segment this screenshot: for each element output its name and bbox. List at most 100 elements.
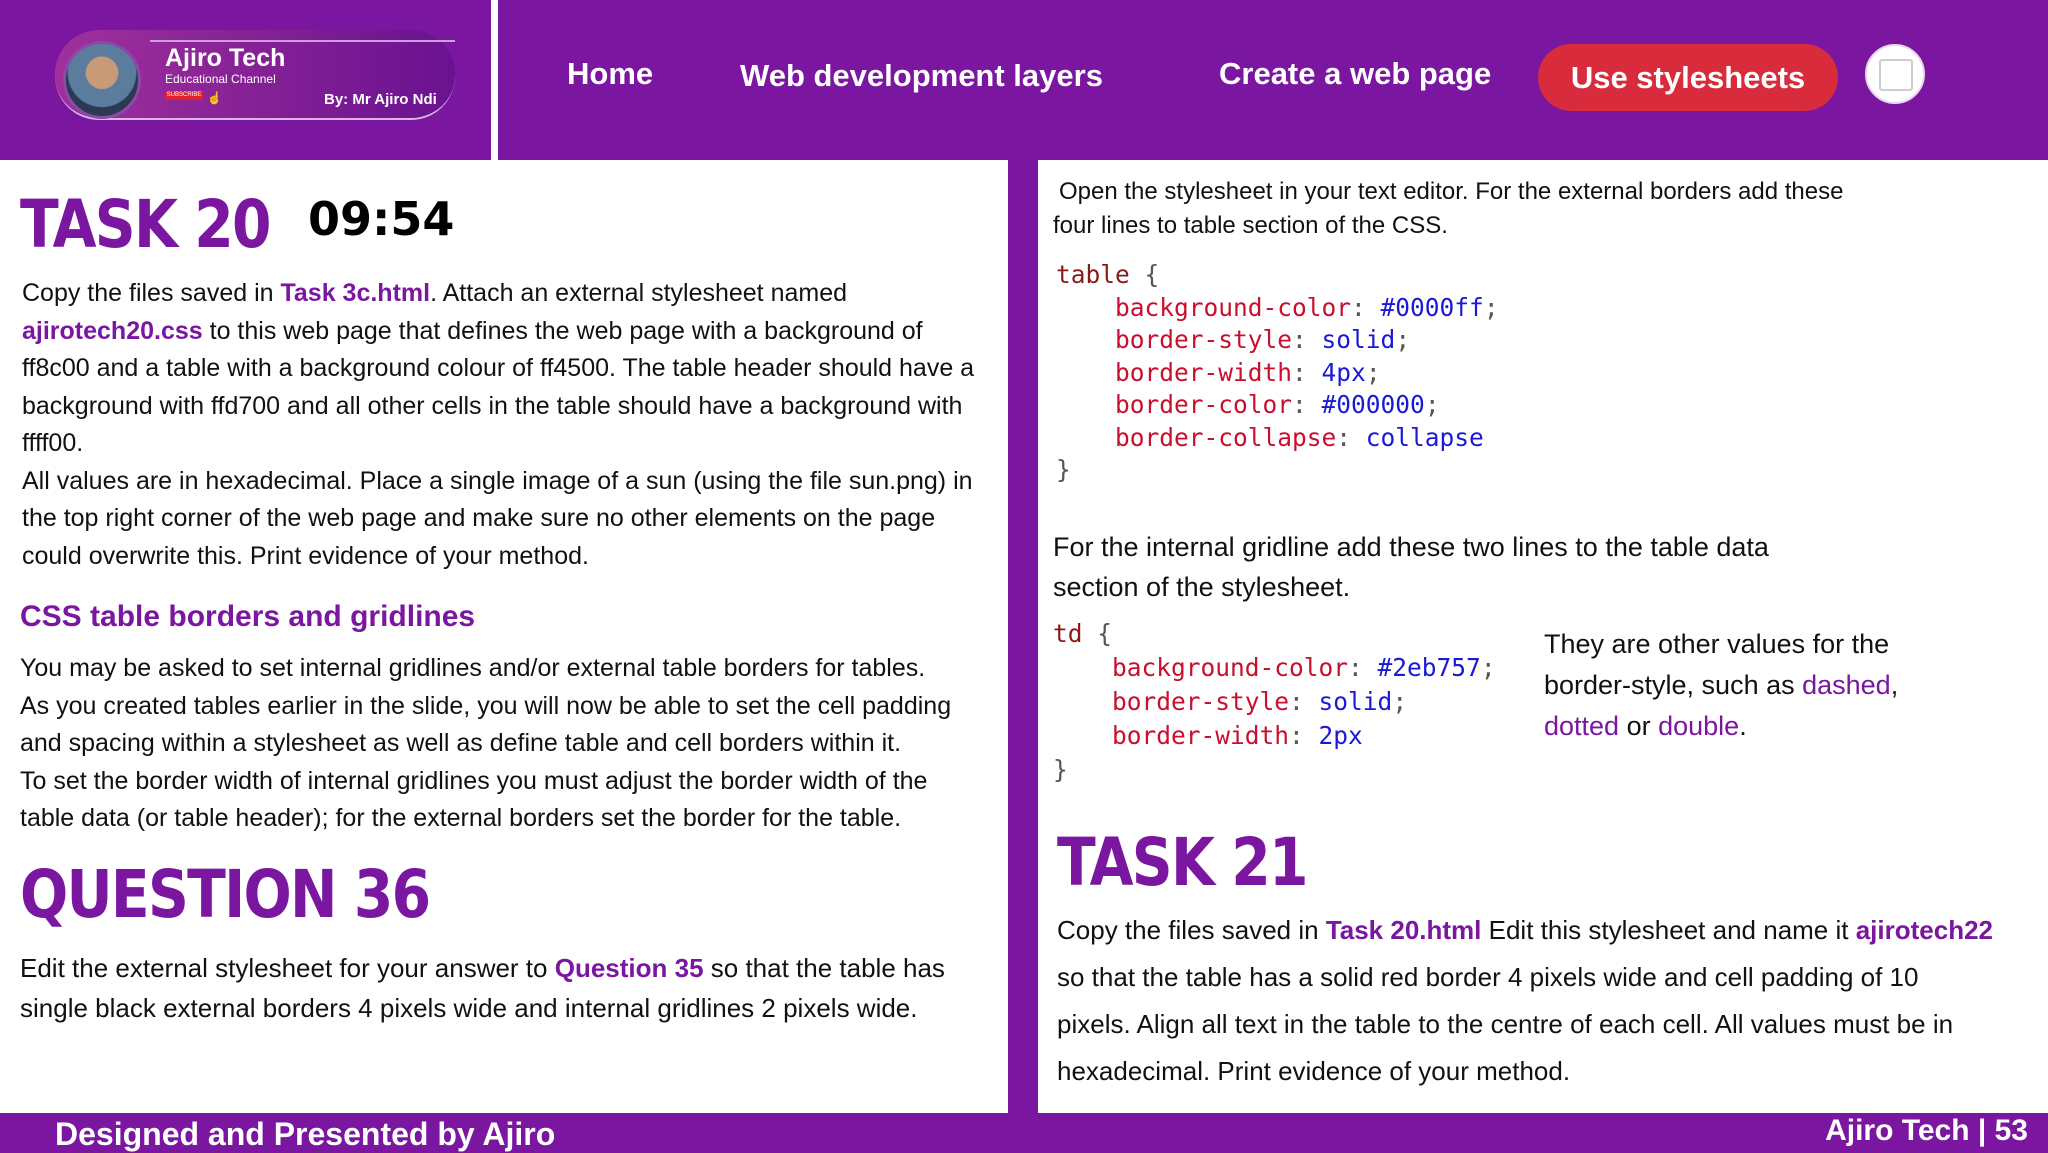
text: . [1739, 711, 1747, 741]
css-brace: { [1082, 619, 1113, 648]
code-line: border-style: solid; [1056, 324, 1499, 357]
code-line: border-width: 2px [1053, 719, 1496, 753]
css-selector: td [1053, 619, 1083, 648]
css-value: #000000 [1321, 390, 1425, 419]
code-line: border-color: #000000; [1056, 389, 1499, 422]
text: to this web page that defines the web pa… [202, 316, 923, 345]
css-colon: : [1292, 390, 1322, 419]
css-property: border-color [1115, 390, 1293, 419]
code-line: } [1053, 753, 1496, 787]
task-20-link[interactable]: Task 20.html [1326, 915, 1482, 945]
footer-credit: Designed and Presented by Ajiro [55, 1116, 556, 1152]
text-line: single black external borders 4 pixels w… [20, 993, 918, 1023]
nav-create-web-page[interactable]: Create a web page [1219, 56, 1491, 92]
css-value: solid [1318, 687, 1393, 716]
text-line: the top right corner of the web page and… [22, 504, 936, 532]
css-semicolon: ; [1395, 325, 1411, 354]
task-3c-link[interactable]: Task 3c.html [280, 279, 430, 307]
css-property: border-style [1112, 687, 1290, 716]
css-value: #0000ff [1380, 292, 1484, 322]
css-brace: } [1053, 755, 1068, 784]
text-line: section of the stylesheet. [1053, 572, 1351, 602]
header-divider [491, 0, 498, 160]
text-line: and spacing within a stylesheet as well … [20, 729, 902, 757]
square-icon [1879, 59, 1913, 91]
footer-page-label: Ajiro Tech | 53 [1825, 1114, 2028, 1147]
ajirotech22-link[interactable]: ajirotech22 [1856, 915, 1993, 945]
cursor-icon: ☝ [207, 91, 222, 105]
logo-divider [150, 40, 455, 42]
text-line: could overwrite this. Print evidence of … [22, 541, 589, 570]
css-property: border-style [1115, 325, 1293, 354]
css-value: solid [1321, 325, 1396, 354]
task-20-title: TASK 20 [20, 186, 272, 263]
text: . Attach an external stylesheet named [430, 279, 848, 307]
css-selector: table [1056, 260, 1130, 289]
css-semicolon: ; [1424, 390, 1440, 419]
text-line: To set the border width of internal grid… [20, 766, 928, 795]
home-square-button[interactable] [1865, 44, 1925, 104]
css-colon: : [1289, 687, 1319, 716]
css-colon: : [1292, 325, 1322, 354]
text: Edit this stylesheet and name it [1481, 915, 1856, 945]
logo-area: Ajiro Tech Educational Channel SUBSCRIBE… [0, 0, 491, 160]
code-line: border-width: 4px; [1056, 357, 1499, 390]
question-36-text: Edit the external stylesheet for your an… [20, 948, 1000, 1028]
css-value: collapse [1365, 422, 1484, 452]
css-property: background-color [1112, 653, 1349, 682]
nav-web-development-layers[interactable]: Web development layers [740, 58, 1103, 94]
code-block-table: table { background-color: #0000ff; borde… [1056, 259, 1499, 487]
css-property: background-color [1115, 292, 1352, 322]
css-semicolon: ; [1480, 653, 1496, 682]
brand-title: Ajiro Tech [165, 44, 286, 72]
subscribe-button[interactable]: SUBSCRIBE [165, 91, 203, 100]
avatar [63, 41, 141, 119]
text-line: background with ffd700 and all other cel… [22, 391, 963, 420]
css-borders-subheading: CSS table borders and gridlines [20, 600, 476, 633]
css-colon: : [1351, 292, 1381, 322]
text: Copy the files saved in [1057, 915, 1326, 945]
text-line: All values are in hexadecimal. Place a s… [22, 466, 973, 495]
text-line: so that the table has a solid red border… [1057, 962, 1919, 992]
text-line: table data (or table header); for the ex… [20, 804, 902, 832]
css-colon: : [1336, 422, 1366, 452]
css-value: #2eb757 [1377, 653, 1481, 682]
text-line: For the internal gridline add these two … [1053, 532, 1769, 562]
css-semicolon: ; [1483, 292, 1499, 322]
code-block-td: td { background-color: #2eb757; border-s… [1053, 617, 1496, 787]
css-property: border-width [1115, 357, 1293, 387]
css-value: 4px [1321, 357, 1366, 387]
nav-use-stylesheets[interactable]: Use stylesheets [1538, 44, 1838, 111]
code-line: border-style: solid; [1053, 685, 1496, 719]
question-35-link[interactable]: Question 35 [555, 953, 704, 983]
code-line: background-color: #0000ff; [1056, 292, 1499, 325]
borders-text: You may be asked to set internal gridlin… [20, 650, 1000, 838]
code-line: td { [1053, 617, 1496, 651]
ajirotech20-link[interactable]: ajirotech20.css [22, 317, 203, 345]
code-line: table { [1056, 259, 1499, 292]
text-line: As you created tables earlier in the sli… [20, 691, 952, 720]
nav-home[interactable]: Home [567, 56, 653, 92]
text: so that the table has [703, 953, 945, 983]
css-colon: : [1348, 653, 1378, 682]
stylesheet-intro: Open the stylesheet in your text editor.… [1053, 175, 1993, 243]
text: border-style, such as [1544, 670, 1803, 700]
code-line: background-color: #2eb757; [1053, 651, 1496, 685]
text: or [1619, 711, 1659, 741]
text-line: They are other values for the [1544, 629, 1890, 659]
text: Edit the external stylesheet for your an… [20, 953, 555, 983]
code-line: } [1056, 454, 1499, 487]
css-property: border-collapse [1115, 422, 1337, 452]
question-36-title: QUESTION 36 [20, 856, 431, 933]
css-semicolon: ; [1365, 357, 1381, 387]
timer: 09:54 [308, 192, 455, 246]
css-brace: } [1056, 455, 1071, 484]
text-line: Open the stylesheet in your text editor.… [1059, 178, 1844, 205]
css-colon: : [1289, 721, 1319, 750]
